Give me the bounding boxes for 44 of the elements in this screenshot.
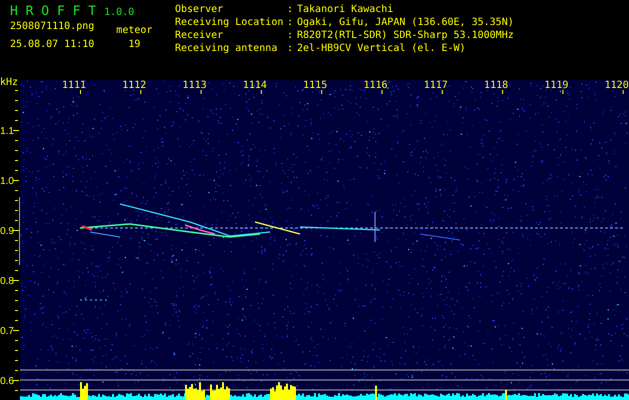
info-label: Receiving Location	[175, 17, 284, 29]
x-tick-label: 1120	[604, 80, 629, 91]
tick-mark	[622, 90, 624, 94]
x-tick-label: 1115	[303, 80, 328, 91]
y-tick-label: 0.9	[0, 226, 14, 237]
info-separator: :	[287, 43, 294, 55]
app-title: H R O F F T	[10, 4, 96, 19]
y-tick-label: 0.8	[0, 276, 14, 287]
info-label: Receiving antenna	[175, 43, 278, 55]
x-tick-label: 1111	[62, 80, 86, 91]
x-tick-label: 1119	[544, 80, 568, 91]
tick-mark	[562, 90, 564, 94]
tick-mark	[502, 90, 504, 94]
info-value: Ogaki, Gifu, JAPAN (136.60E, 35.35N)	[297, 17, 514, 29]
tick-mark	[80, 90, 81, 94]
y-tick-label: 1.0	[0, 176, 14, 187]
tick-mark	[442, 90, 443, 94]
x-tick-label: 1118	[484, 80, 508, 91]
x-tick-label: 1117	[424, 80, 448, 91]
info-separator: :	[287, 17, 294, 29]
x-tick-label: 1113	[182, 80, 207, 91]
meteor-label: meteor	[116, 25, 152, 37]
tick-mark	[200, 90, 202, 94]
info-value: 2el-HB9CV Vertical (el. E-W)	[297, 43, 467, 55]
info-value: R820T2(RTL-SDR) SDR-Sharp 53.1000MHz	[297, 30, 514, 42]
y-tick-label: 1.1	[0, 126, 14, 137]
tick-mark	[140, 90, 142, 94]
x-tick-label: 1116	[363, 80, 388, 91]
file-name: 2508071110.png	[10, 21, 94, 33]
tick-mark	[321, 90, 322, 94]
info-label: Receiver	[175, 30, 224, 42]
x-tick-label: 1114	[242, 80, 267, 91]
y-tick-label: 0.6	[0, 376, 14, 387]
version-label: 1.0.0	[104, 7, 134, 18]
timestamp: 25.08.07 11:10	[10, 39, 94, 51]
info-label: Observer	[175, 4, 224, 16]
x-tick-label: 1112	[122, 80, 146, 91]
info-separator: :	[287, 4, 294, 16]
y-tick-label: 0.7	[0, 326, 14, 337]
info-separator: :	[287, 30, 294, 42]
unit-label: kHz	[0, 77, 18, 88]
tick-mark	[260, 90, 262, 94]
info-value: Takanori Kawachi	[297, 4, 394, 16]
meteor-count: 19	[128, 39, 140, 51]
